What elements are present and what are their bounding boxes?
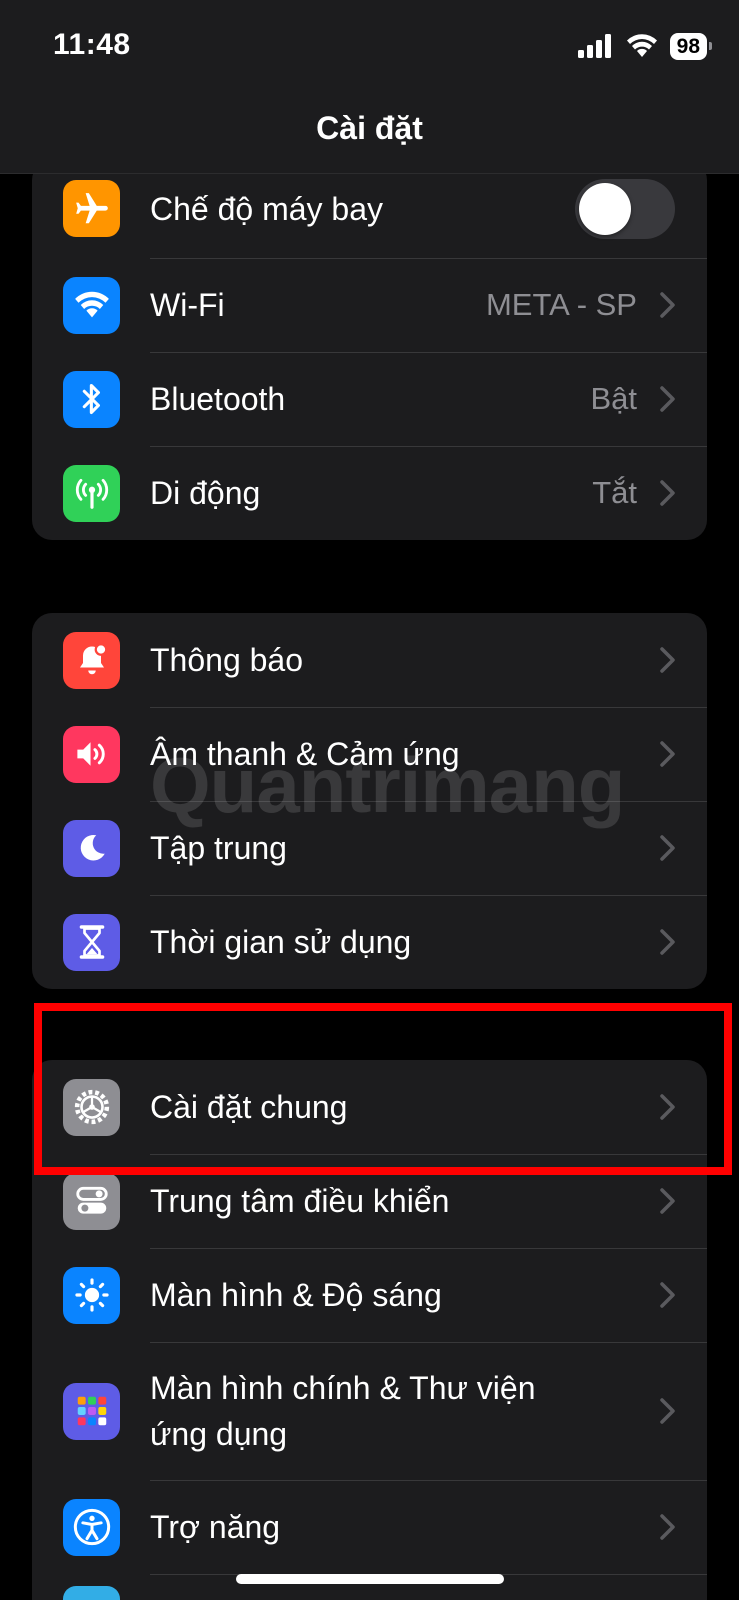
switches-icon [63, 1172, 120, 1230]
row-label: Màn hình & Độ sáng [150, 1277, 442, 1313]
settings-row-general[interactable]: Cài đặt chung [32, 1060, 707, 1154]
status-indicators: 98 [577, 30, 713, 62]
airplane-icon [63, 180, 120, 237]
speaker-icon [63, 725, 120, 783]
notifications-group: Thông báo Âm thanh & Cảm ứng Tập trung T… [32, 613, 707, 989]
settings-row-display-brightness[interactable]: Màn hình & Độ sáng [32, 1248, 707, 1342]
app-grid-icon [63, 1382, 120, 1440]
chevron-right-icon [660, 386, 675, 412]
general-group: Cài đặt chung Trung tâm điều khiển Màn h… [32, 1060, 707, 1600]
row-label: Bluetooth [150, 381, 286, 417]
bluetooth-icon [63, 370, 120, 428]
chevron-right-icon [660, 647, 675, 673]
row-label: Thông báo [150, 642, 304, 678]
status-time: 11:48 [53, 28, 131, 61]
row-label: Cài đặt chung [150, 1089, 348, 1125]
settings-row-focus[interactable]: Tập trung [32, 801, 707, 895]
row-label: Trung tâm điều khiển [150, 1183, 450, 1219]
row-label: Chế độ máy bay [150, 191, 384, 227]
row-label: Trợ năng [150, 1509, 281, 1545]
chevron-right-icon [660, 1514, 675, 1540]
row-label: Tập trung [150, 830, 287, 866]
settings-row-notifications[interactable]: Thông báo [32, 613, 707, 707]
airplane-mode-toggle[interactable] [575, 179, 675, 239]
chevron-right-icon [660, 1398, 675, 1424]
chevron-right-icon [660, 292, 675, 318]
chevron-right-icon [660, 1094, 675, 1120]
connectivity-group: Chế độ máy bay Wi-Fi META - SP Bluetooth… [32, 160, 707, 540]
bell-icon [63, 631, 120, 689]
chevron-right-icon [660, 835, 675, 861]
cellular-status-value: Tắt [592, 475, 637, 510]
top-bar: 11:48 98 Cài đặt [0, 0, 739, 174]
settings-row-airplane-mode[interactable]: Chế độ máy bay [32, 160, 707, 258]
page-title: Cài đặt [316, 110, 423, 146]
settings-row-home-screen-app-library[interactable]: Màn hình chính & Thư viện ứng dụng [32, 1342, 707, 1480]
settings-row-accessibility[interactable]: Trợ năng [32, 1480, 707, 1574]
wallpaper-icon [63, 1586, 120, 1600]
row-label: Wi-Fi [150, 287, 225, 323]
settings-row-cellular[interactable]: Di động Tắt [32, 446, 707, 540]
row-label: Di động [150, 475, 261, 511]
row-label: Âm thanh & Cảm ứng [150, 736, 460, 772]
chevron-right-icon [660, 929, 675, 955]
antenna-icon [63, 464, 120, 522]
settings-row-control-center[interactable]: Trung tâm điều khiển [32, 1154, 707, 1248]
wifi-status-icon [626, 34, 657, 57]
hourglass-icon [63, 913, 120, 971]
wifi-icon [63, 276, 120, 334]
cellular-signal-icon [577, 34, 611, 58]
settings-row-bluetooth[interactable]: Bluetooth Bật [32, 352, 707, 446]
gear-icon [63, 1078, 120, 1136]
chevron-right-icon [660, 741, 675, 767]
row-label: Thời gian sử dụng [150, 924, 412, 960]
sun-icon [63, 1266, 120, 1324]
row-label: Màn hình chính & Thư viện ứng dụng [150, 1370, 536, 1452]
accessibility-icon [63, 1498, 120, 1556]
settings-row-wifi[interactable]: Wi-Fi META - SP [32, 258, 707, 352]
settings-row-sounds-haptics[interactable]: Âm thanh & Cảm ứng [32, 707, 707, 801]
chevron-right-icon [660, 1188, 675, 1214]
wifi-network-value: META - SP [485, 287, 637, 322]
battery-indicator: 98 [669, 32, 713, 60]
settings-row-screen-time[interactable]: Thời gian sử dụng [32, 895, 707, 989]
bluetooth-status-value: Bật [590, 381, 637, 416]
chevron-right-icon [660, 1282, 675, 1308]
chevron-right-icon [660, 480, 675, 506]
home-indicator[interactable] [236, 1574, 504, 1584]
moon-icon [63, 819, 120, 877]
